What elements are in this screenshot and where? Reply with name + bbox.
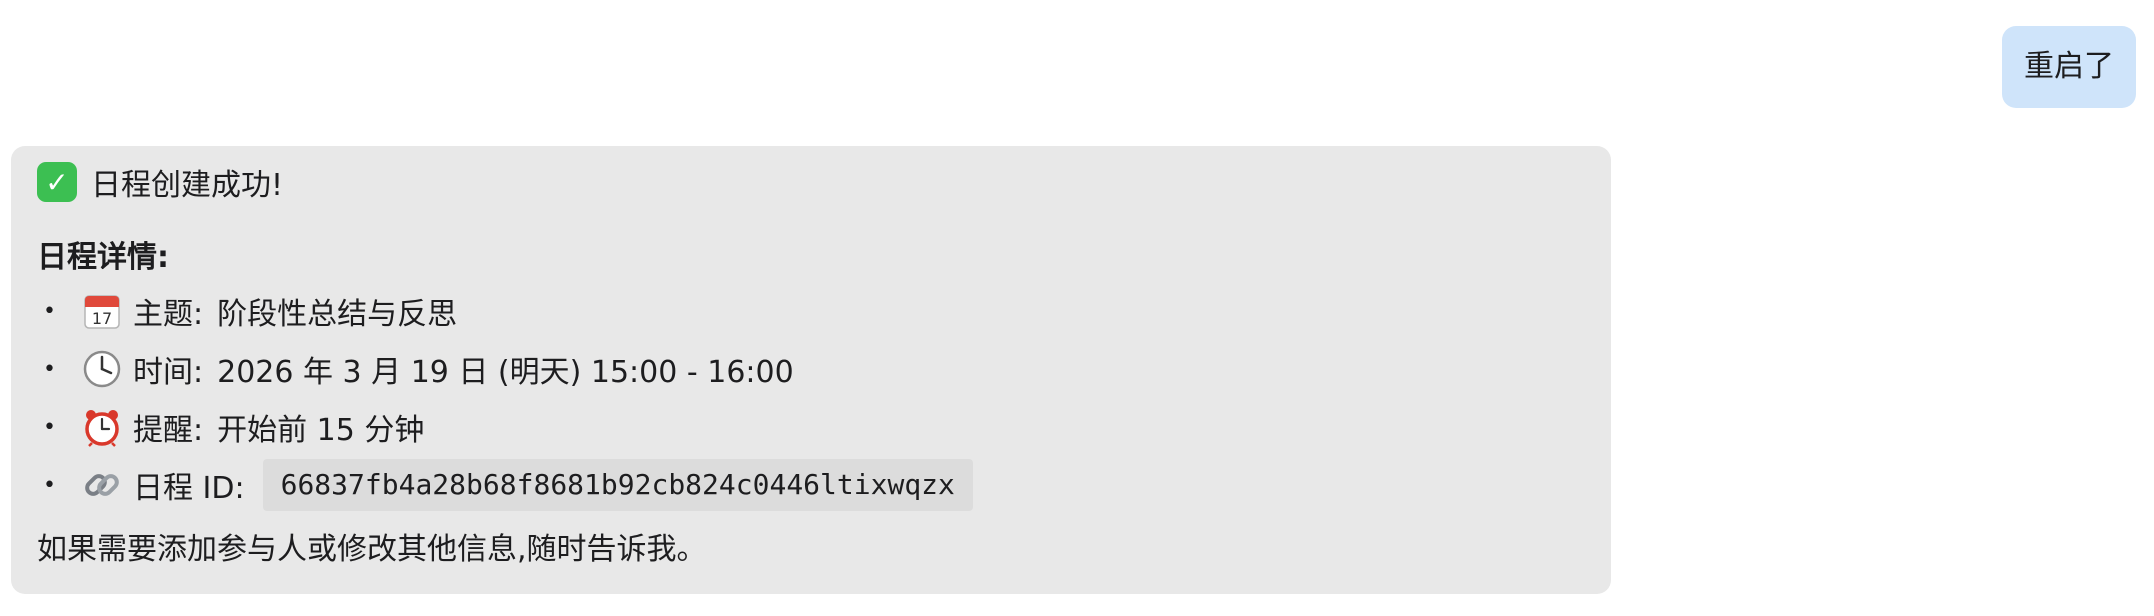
bullet: • [43, 356, 56, 382]
success-text: 日程创建成功! [91, 168, 284, 203]
time-value: 2026 年 3 月 19 日 (明天) 15:00 - 16:00 [217, 355, 794, 390]
success-line: ✓ 日程创建成功! [37, 160, 283, 204]
detail-item-reminder: • 提醒: 开始前 15 分钟 [37, 398, 973, 456]
bullet: • [43, 414, 56, 440]
bullet: • [43, 298, 56, 324]
link-icon [81, 464, 123, 506]
user-message-bubble: 重启了 [2002, 26, 2136, 108]
details-title: 日程详情: [37, 240, 169, 275]
detail-item-subject: • 17 主题: 阶段性总结与反思 [37, 282, 973, 340]
subject-label: 主题: [133, 297, 204, 332]
time-label: 时间: [133, 355, 204, 390]
event-id-code: 66837fb4a28b68f8681b92cb824c0446ltixwqzx [262, 459, 973, 511]
check-mark-button-icon: ✓ [37, 162, 77, 202]
assistant-message-card: ✓ 日程创建成功! 日程详情: • 17 主题: 阶段性总结与反思 • 时间: … [11, 146, 1611, 594]
reminder-label: 提醒: [133, 413, 204, 448]
user-message-text: 重启了 [2024, 49, 2114, 84]
calendar-icon: 17 [81, 290, 123, 332]
alarm-clock-icon [81, 406, 123, 448]
detail-item-time: • 时间: 2026 年 3 月 19 日 (明天) 15:00 - 16:00 [37, 340, 973, 398]
clock-icon [81, 348, 123, 390]
reminder-value: 开始前 15 分钟 [217, 413, 425, 448]
event-id-label: 日程 ID: [133, 471, 245, 506]
subject-value: 阶段性总结与反思 [217, 297, 458, 332]
detail-item-event-id: • 日程 ID: 66837fb4a28b68f8681b92cb824c044… [37, 456, 973, 514]
footer-text: 如果需要添加参与人或修改其他信息,随时告诉我。 [37, 532, 707, 567]
bullet: • [43, 472, 56, 498]
detail-list: • 17 主题: 阶段性总结与反思 • 时间: 2026 年 3 月 19 日 … [37, 282, 973, 514]
svg-text:17: 17 [92, 309, 112, 328]
